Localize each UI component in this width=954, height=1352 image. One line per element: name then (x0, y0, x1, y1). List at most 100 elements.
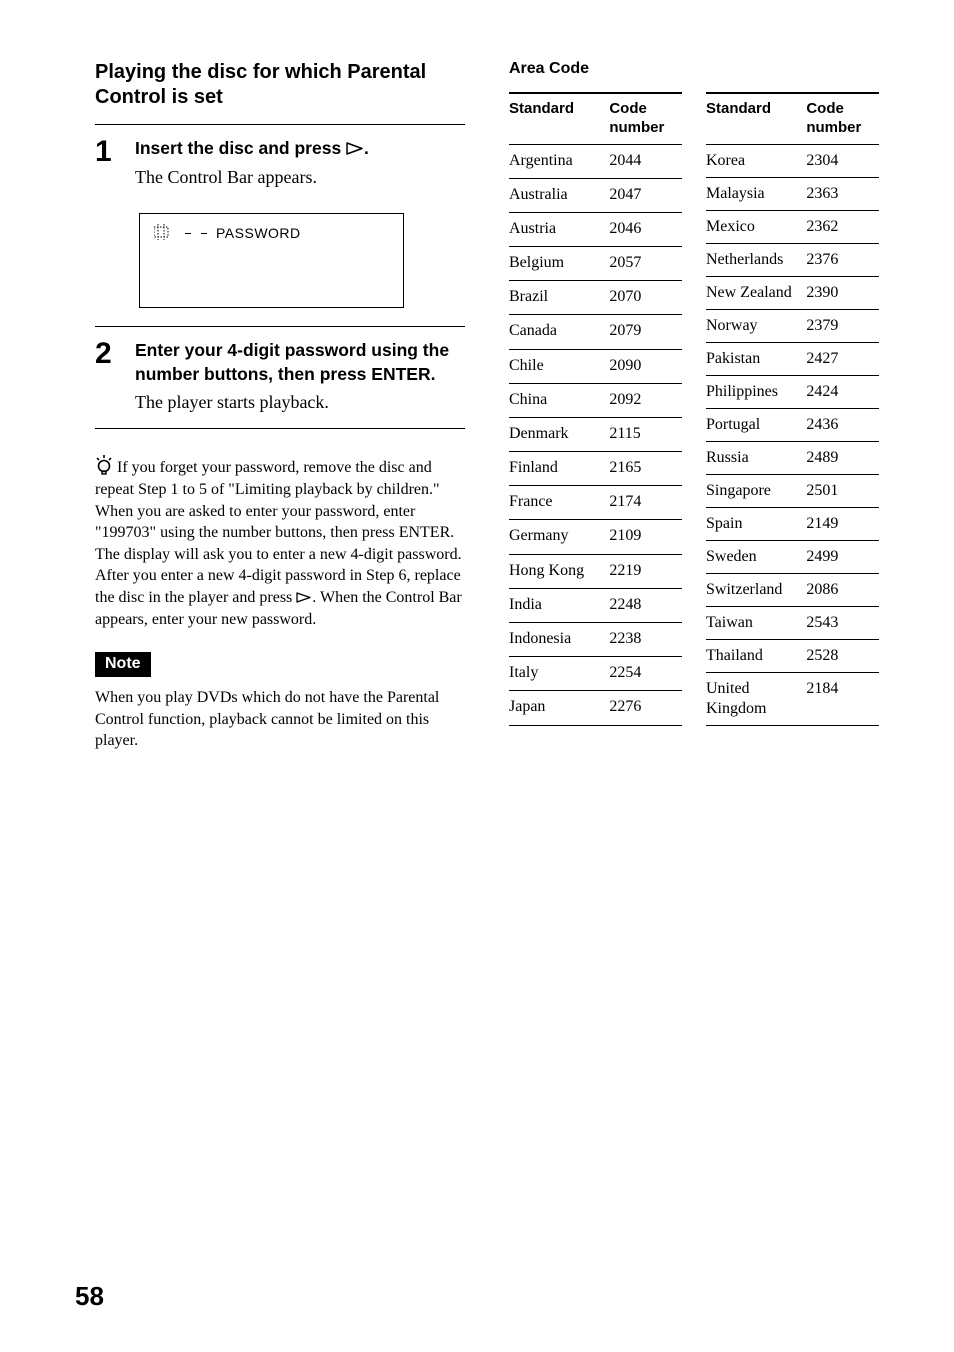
table-row: Canada2079 (509, 315, 682, 349)
table-row: Philippines2424 (706, 375, 879, 408)
col-header-standard: Standard (509, 93, 609, 144)
cell-code: 2489 (806, 441, 879, 474)
step-2: 2 Enter your 4-digit password using the … (95, 327, 465, 429)
table-row: Netherlands2376 (706, 243, 879, 276)
play-icon (296, 592, 312, 603)
col-header-standard: Standard (706, 93, 806, 144)
cell-code: 2362 (806, 210, 879, 243)
cell-code: 2090 (609, 349, 682, 383)
cell-code: 2165 (609, 452, 682, 486)
cell-standard: Indonesia (509, 622, 609, 656)
table-row: Switzerland2086 (706, 573, 879, 606)
table-row: Australia2047 (509, 178, 682, 212)
table-row: Finland2165 (509, 452, 682, 486)
step-description: The Control Bar appears. (135, 165, 465, 189)
table-row: Brazil2070 (509, 281, 682, 315)
table-row: Thailand2528 (706, 639, 879, 672)
cell-code: 2528 (806, 639, 879, 672)
cell-standard: Korea (706, 144, 806, 177)
cell-code: 2427 (806, 342, 879, 375)
cell-code: 2424 (806, 375, 879, 408)
table-row: Malaysia2363 (706, 177, 879, 210)
cell-code: 2543 (806, 606, 879, 639)
cell-standard: Italy (509, 657, 609, 691)
cell-code: 2276 (609, 691, 682, 725)
table-row: Portugal2436 (706, 408, 879, 441)
table-row: Japan2276 (509, 691, 682, 725)
col-header-code: Code number (806, 93, 879, 144)
table-row: Denmark2115 (509, 417, 682, 451)
col-header-code: Code number (609, 93, 682, 144)
screen-mockup: PASSWORD (139, 213, 404, 308)
play-icon (346, 142, 364, 155)
cell-code: 2376 (806, 243, 879, 276)
cell-standard: Netherlands (706, 243, 806, 276)
table-row: Russia2489 (706, 441, 879, 474)
cell-code: 2499 (806, 540, 879, 573)
cell-standard: Portugal (706, 408, 806, 441)
table-row: Argentina2044 (509, 144, 682, 178)
cell-code: 2044 (609, 144, 682, 178)
table-row: Chile2090 (509, 349, 682, 383)
cell-standard: Brazil (509, 281, 609, 315)
cell-standard: Mexico (706, 210, 806, 243)
cell-standard: Malaysia (706, 177, 806, 210)
table-row: Austria2046 (509, 212, 682, 246)
section-heading: Playing the disc for which Parental Cont… (95, 60, 465, 110)
cell-standard: New Zealand (706, 276, 806, 309)
page-number: 58 (75, 1281, 104, 1312)
cell-code: 2304 (806, 144, 879, 177)
cell-code: 2379 (806, 309, 879, 342)
table-row: China2092 (509, 383, 682, 417)
cursor-icon (154, 224, 176, 243)
cell-standard: India (509, 588, 609, 622)
cell-standard: Argentina (509, 144, 609, 178)
password-blank-1 (185, 233, 191, 234)
table-row: Belgium2057 (509, 247, 682, 281)
area-code-title: Area Code (509, 60, 879, 78)
table-row: Indonesia2238 (509, 622, 682, 656)
cell-standard: United Kingdom (706, 672, 806, 725)
cell-standard: Singapore (706, 474, 806, 507)
step-instruction: Insert the disc and press . (135, 137, 465, 161)
cell-standard: Japan (509, 691, 609, 725)
cell-standard: Chile (509, 349, 609, 383)
table-row: Pakistan2427 (706, 342, 879, 375)
table-row: Hong Kong2219 (509, 554, 682, 588)
cell-standard: Russia (706, 441, 806, 474)
cell-standard: Finland (509, 452, 609, 486)
cell-code: 2086 (806, 573, 879, 606)
cell-code: 2174 (609, 486, 682, 520)
cell-standard: Denmark (509, 417, 609, 451)
left-column: Playing the disc for which Parental Cont… (95, 60, 465, 752)
cell-standard: Norway (706, 309, 806, 342)
table-row: Taiwan2543 (706, 606, 879, 639)
password-blank-2 (201, 233, 207, 234)
cell-standard: Sweden (706, 540, 806, 573)
cell-code: 2390 (806, 276, 879, 309)
cell-code: 2248 (609, 588, 682, 622)
cell-code: 2070 (609, 281, 682, 315)
cell-code: 2057 (609, 247, 682, 281)
table-row: Norway2379 (706, 309, 879, 342)
cell-code: 2109 (609, 520, 682, 554)
table-row: India2248 (509, 588, 682, 622)
cell-standard: Switzerland (706, 573, 806, 606)
cell-code: 2046 (609, 212, 682, 246)
table-row: France2174 (509, 486, 682, 520)
cell-code: 2254 (609, 657, 682, 691)
cell-standard: Taiwan (706, 606, 806, 639)
table-row: Italy2254 (509, 657, 682, 691)
cell-code: 2047 (609, 178, 682, 212)
area-code-tables: Standard Code number Argentina2044Austra… (509, 92, 879, 726)
table-row: Sweden2499 (706, 540, 879, 573)
step-description: The player starts playback. (135, 390, 465, 414)
step-number: 1 (95, 137, 121, 167)
cell-code: 2092 (609, 383, 682, 417)
table-row: Germany2109 (509, 520, 682, 554)
table-row: Singapore2501 (706, 474, 879, 507)
cell-code: 2149 (806, 507, 879, 540)
step-instruction-pre: Insert the disc and press (135, 138, 346, 158)
cell-code: 2184 (806, 672, 879, 725)
cell-code: 2436 (806, 408, 879, 441)
